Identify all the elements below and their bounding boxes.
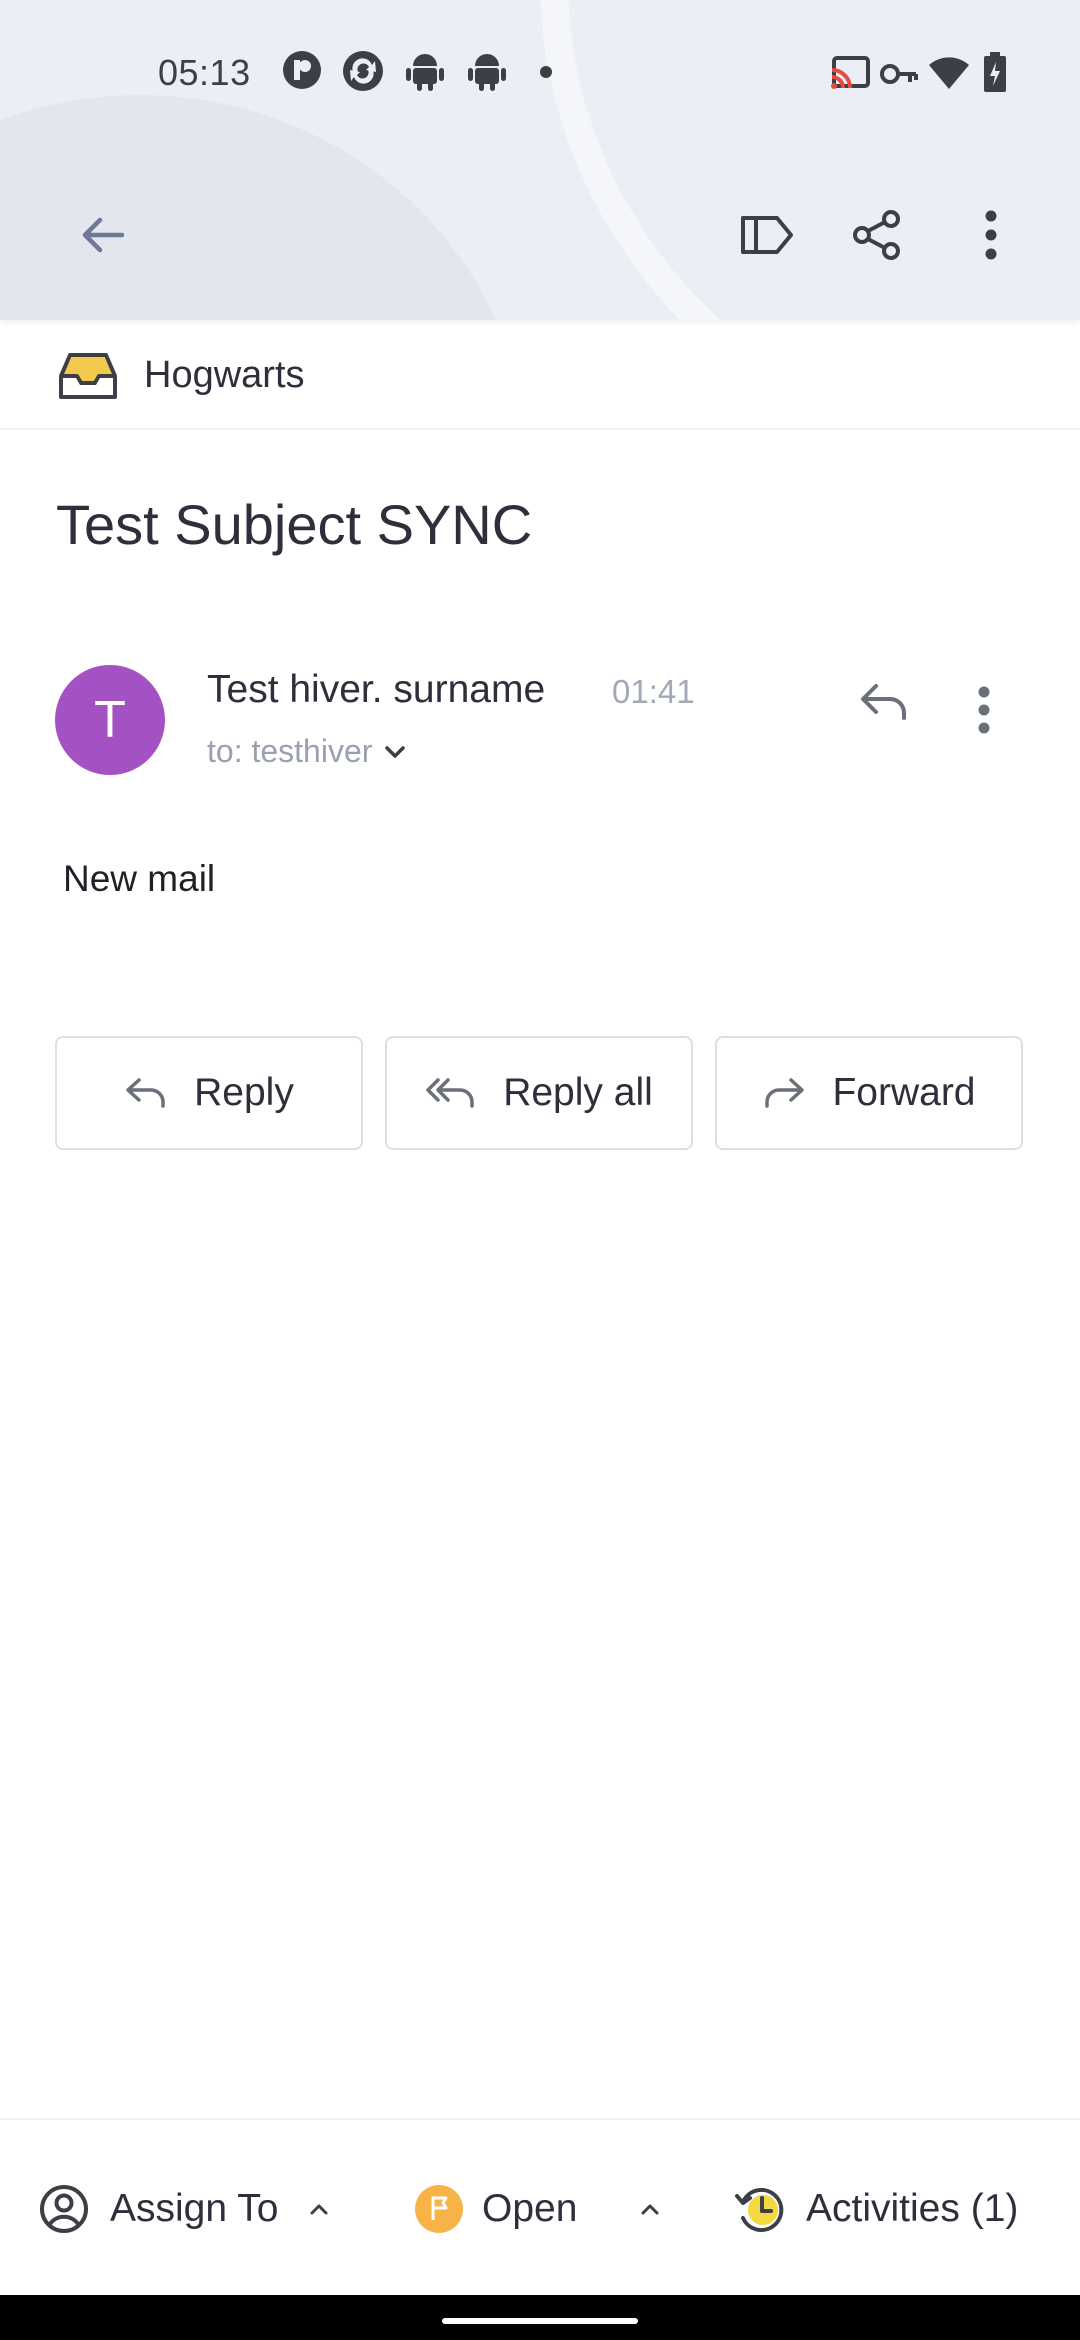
more-notifications-dot-icon xyxy=(540,66,552,78)
label-button[interactable] xyxy=(722,190,812,280)
battery-charging-icon xyxy=(984,52,1006,92)
back-button[interactable] xyxy=(58,190,148,280)
assign-to-label: Assign To xyxy=(110,2186,279,2230)
activity-history-icon xyxy=(735,2187,784,2232)
chevron-up-icon xyxy=(310,2204,328,2214)
forward-label: Forward xyxy=(832,1071,976,1114)
share-icon xyxy=(853,210,900,260)
chevron-down-icon xyxy=(385,745,406,758)
reply-all-label: Reply all xyxy=(503,1071,653,1114)
reply-all-icon xyxy=(426,1078,474,1108)
assign-to-button[interactable]: Assign To xyxy=(38,2120,330,2297)
inbox-name: Hogwarts xyxy=(144,354,305,396)
vpn-key-icon xyxy=(880,64,918,84)
status-label: Open xyxy=(482,2186,578,2230)
toolbar xyxy=(0,190,1080,280)
reply-icon xyxy=(126,1078,165,1108)
activities-button[interactable]: Activities (1) xyxy=(734,2120,1018,2297)
chevron-up-icon xyxy=(641,2204,659,2214)
more-vert-icon xyxy=(985,210,997,260)
label-icon xyxy=(741,216,793,254)
reply-all-button[interactable]: Reply all xyxy=(385,1036,693,1150)
activities-label: Activities (1) xyxy=(806,2186,1019,2230)
back-arrow-icon xyxy=(82,217,125,253)
reply-icon[interactable] xyxy=(858,680,910,724)
forward-icon xyxy=(765,1078,805,1108)
recipients-toggle[interactable]: to: testhiver xyxy=(207,733,406,770)
home-gesture-handle[interactable] xyxy=(442,2318,638,2324)
app-header: 05:13 xyxy=(0,0,1080,320)
email-subject: Test Subject SYNC xyxy=(56,493,533,556)
user-circle-icon xyxy=(40,2184,88,2233)
share-button[interactable] xyxy=(832,190,922,280)
notification-app-icon xyxy=(283,51,321,89)
shared-inbox-row[interactable]: Hogwarts xyxy=(0,322,1080,430)
inbox-icon xyxy=(59,353,117,399)
bottom-action-bar: Assign To Open Activities (1) xyxy=(0,2118,1080,2295)
cast-icon xyxy=(831,56,870,89)
status-flag-icon xyxy=(415,2184,463,2233)
reply-label: Reply xyxy=(194,1071,294,1114)
sync-app-icon xyxy=(343,51,383,91)
status-time: 05:13 xyxy=(158,52,251,93)
email-body: New mail xyxy=(63,858,216,899)
android-icon xyxy=(406,54,444,91)
wifi-icon xyxy=(929,57,969,89)
android-icon xyxy=(468,54,506,91)
forward-button[interactable]: Forward xyxy=(715,1036,1023,1150)
recipient-text: to: testhiver xyxy=(207,733,373,769)
sender-name: Test hiver. surname xyxy=(207,668,546,711)
sender-avatar: T xyxy=(55,665,165,775)
message-time: 01:41 xyxy=(612,673,695,710)
status-bar: 05:13 xyxy=(0,0,1080,150)
reply-button[interactable]: Reply xyxy=(55,1036,363,1150)
status-button[interactable]: Open xyxy=(414,2120,661,2297)
more-options-button[interactable] xyxy=(946,190,1036,280)
message-more-icon[interactable] xyxy=(960,680,1008,740)
